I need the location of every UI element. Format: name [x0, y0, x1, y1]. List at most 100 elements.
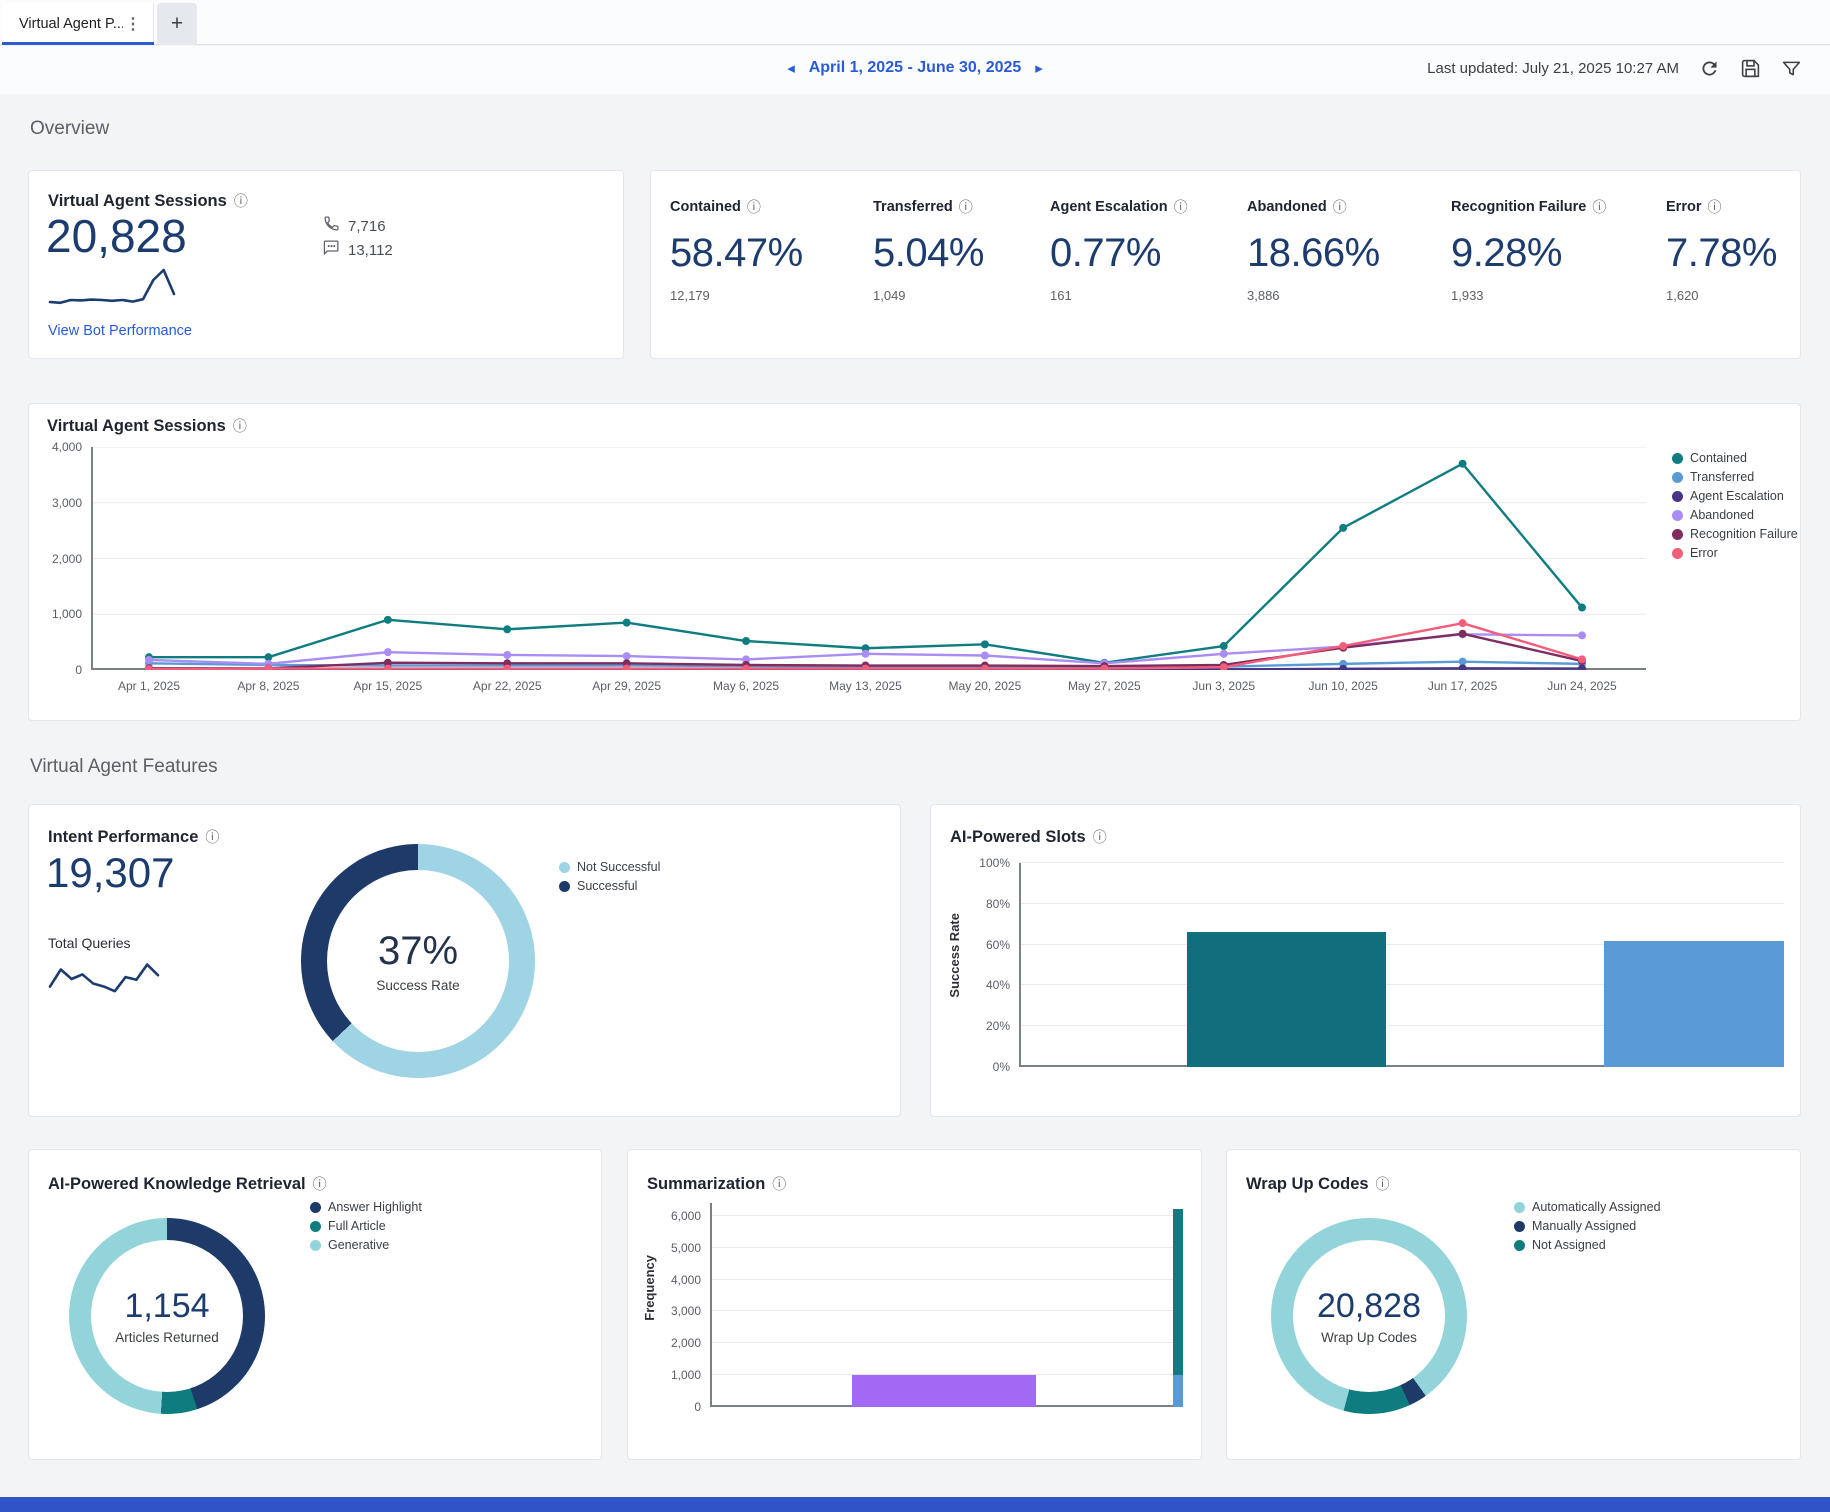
chat-icon	[323, 239, 340, 261]
y-axis-tick: 3,000	[671, 1304, 701, 1318]
legend-label: Not Assigned	[1532, 1238, 1606, 1252]
wrapup-codes-label: Wrap Up Codes	[1321, 1330, 1417, 1345]
legend-dot	[559, 881, 570, 892]
legend-item[interactable]: Automatically Assigned	[1514, 1200, 1661, 1214]
y-axis-tick: 0%	[993, 1060, 1010, 1074]
legend-item[interactable]: Transferred	[1672, 470, 1798, 484]
legend-label: Successful	[577, 879, 637, 893]
intent-total-value: 19,307	[46, 849, 174, 897]
intent-title-text: Intent Performance	[48, 828, 198, 847]
y-axis-tick: 40%	[986, 978, 1010, 992]
sessions-card-title: Virtual Agent Sessions ⓘ	[48, 191, 248, 211]
legend-label: Recognition Failure	[1690, 527, 1798, 541]
header-actions: Last updated: July 21, 2025 10:27 AM	[1427, 58, 1802, 79]
save-icon[interactable]	[1740, 58, 1761, 79]
summarization-y-axis-label: Frequency	[642, 1255, 657, 1321]
info-icon[interactable]: ⓘ	[233, 416, 247, 436]
legend-item[interactable]: Full Article	[310, 1219, 422, 1233]
info-icon[interactable]: ⓘ	[959, 197, 973, 217]
bar-segment	[852, 1375, 1036, 1407]
legend-item[interactable]: Manually Assigned	[1514, 1219, 1661, 1233]
tab-menu-icon[interactable]: ⋮	[123, 14, 143, 34]
legend-dot	[1672, 510, 1683, 521]
metric-label: Abandoned	[1247, 199, 1327, 215]
tab-virtual-agent-performance[interactable]: Virtual Agent P... ⋮	[2, 3, 154, 45]
intent-success-rate-value: 37%	[378, 929, 458, 974]
info-icon[interactable]: ⓘ	[1093, 827, 1107, 847]
legend-item[interactable]: Not Assigned	[1514, 1238, 1661, 1252]
info-icon[interactable]: ⓘ	[1592, 197, 1606, 217]
legend-item[interactable]: Successful	[559, 879, 660, 893]
info-icon[interactable]: ⓘ	[205, 827, 219, 847]
knowledge-donut-center: 1,154 Articles Returned	[91, 1240, 243, 1392]
date-range[interactable]: April 1, 2025 - June 30, 2025	[809, 59, 1022, 77]
legend-label: Automatically Assigned	[1532, 1200, 1661, 1214]
info-icon[interactable]: ⓘ	[1707, 197, 1721, 217]
metric-value: 0.77%	[1050, 231, 1240, 276]
legend-item[interactable]: Recognition Failure	[1672, 527, 1798, 541]
chat-sessions-count: 13,112	[348, 242, 393, 259]
info-icon[interactable]: ⓘ	[747, 197, 761, 217]
intent-total-label: Total Queries	[48, 935, 130, 951]
x-axis-tick: Apr 8, 2025	[237, 679, 299, 693]
info-icon[interactable]: ⓘ	[234, 191, 248, 211]
next-period-icon[interactable]: ▸	[1035, 59, 1043, 77]
legend-item[interactable]: Agent Escalation	[1672, 489, 1798, 503]
bottom-accent-bar	[0, 1497, 1830, 1512]
prev-period-icon[interactable]: ◂	[787, 59, 795, 77]
sessions-trend-title-text: Virtual Agent Sessions	[47, 417, 226, 436]
summarization-title: Summarization ⓘ	[647, 1174, 786, 1194]
legend-item[interactable]: Error	[1672, 546, 1798, 560]
sessions-summary-card: Virtual Agent Sessions ⓘ 20,828 7,716 13…	[28, 170, 624, 359]
intent-donut: 37% Success Rate	[301, 844, 535, 1078]
legend-label: Contained	[1690, 451, 1747, 465]
legend-item[interactable]: Contained	[1672, 451, 1798, 465]
metric-value: 5.04%	[873, 231, 1063, 276]
legend-label: Generative	[328, 1238, 389, 1252]
metric-count: 1,620	[1666, 288, 1830, 303]
sessions-total-value: 20,828	[46, 209, 187, 263]
x-axis-tick: May 27, 2025	[1068, 679, 1141, 693]
slots-title: AI-Powered Slots ⓘ	[950, 827, 1107, 847]
legend-item[interactable]: Abandoned	[1672, 508, 1798, 522]
metric-value: 58.47%	[670, 231, 860, 276]
add-tab-button[interactable]: +	[157, 3, 197, 45]
wrapup-donut: 20,828 Wrap Up Codes	[1271, 1218, 1467, 1414]
legend-item[interactable]: Not Successful	[559, 860, 660, 874]
legend-dot	[559, 862, 570, 873]
info-icon[interactable]: ⓘ	[1333, 197, 1347, 217]
legend-dot	[1672, 529, 1683, 540]
info-icon[interactable]: ⓘ	[772, 1174, 786, 1194]
legend-dot	[1672, 472, 1683, 483]
metric-transferred: Transferredⓘ 5.04% 1,049	[873, 197, 1063, 303]
bar	[852, 1203, 1036, 1407]
legend-dot	[310, 1240, 321, 1251]
legend-dot	[1672, 491, 1683, 502]
slots-plot: 0%20%40%60%80%100%	[1019, 863, 1784, 1067]
wrapup-donut-center: 20,828 Wrap Up Codes	[1293, 1240, 1445, 1392]
legend-dot	[1514, 1202, 1525, 1213]
metric-error: Errorⓘ 7.78% 1,620	[1666, 197, 1830, 303]
y-axis-tick: 2,000	[52, 552, 82, 566]
legend-label: Answer Highlight	[328, 1200, 422, 1214]
info-icon[interactable]: ⓘ	[313, 1174, 327, 1194]
outcome-metrics-card: Containedⓘ 58.47% 12,179 Transferredⓘ 5.…	[650, 170, 1801, 359]
y-axis-tick: 2,000	[671, 1336, 701, 1350]
y-axis-tick: 1,000	[671, 1368, 701, 1382]
phone-icon	[323, 215, 340, 237]
summarization-title-text: Summarization	[647, 1175, 765, 1194]
chat-sessions-row: 13,112	[323, 239, 393, 261]
voice-sessions-row: 7,716	[323, 215, 386, 237]
view-bot-performance-link[interactable]: View Bot Performance	[48, 323, 192, 339]
info-icon[interactable]: ⓘ	[1174, 197, 1188, 217]
y-axis-tick: 100%	[979, 856, 1010, 870]
ai-powered-slots-card: AI-Powered Slots ⓘ Success Rate 0%20%40%…	[930, 804, 1801, 1117]
legend-label: Manually Assigned	[1532, 1219, 1636, 1233]
legend-item[interactable]: Generative	[310, 1238, 422, 1252]
y-axis-tick: 4,000	[671, 1273, 701, 1287]
info-icon[interactable]: ⓘ	[1376, 1174, 1390, 1194]
filter-icon[interactable]	[1781, 58, 1802, 79]
refresh-icon[interactable]	[1699, 58, 1720, 79]
legend-item[interactable]: Answer Highlight	[310, 1200, 422, 1214]
bar	[1187, 863, 1386, 1067]
